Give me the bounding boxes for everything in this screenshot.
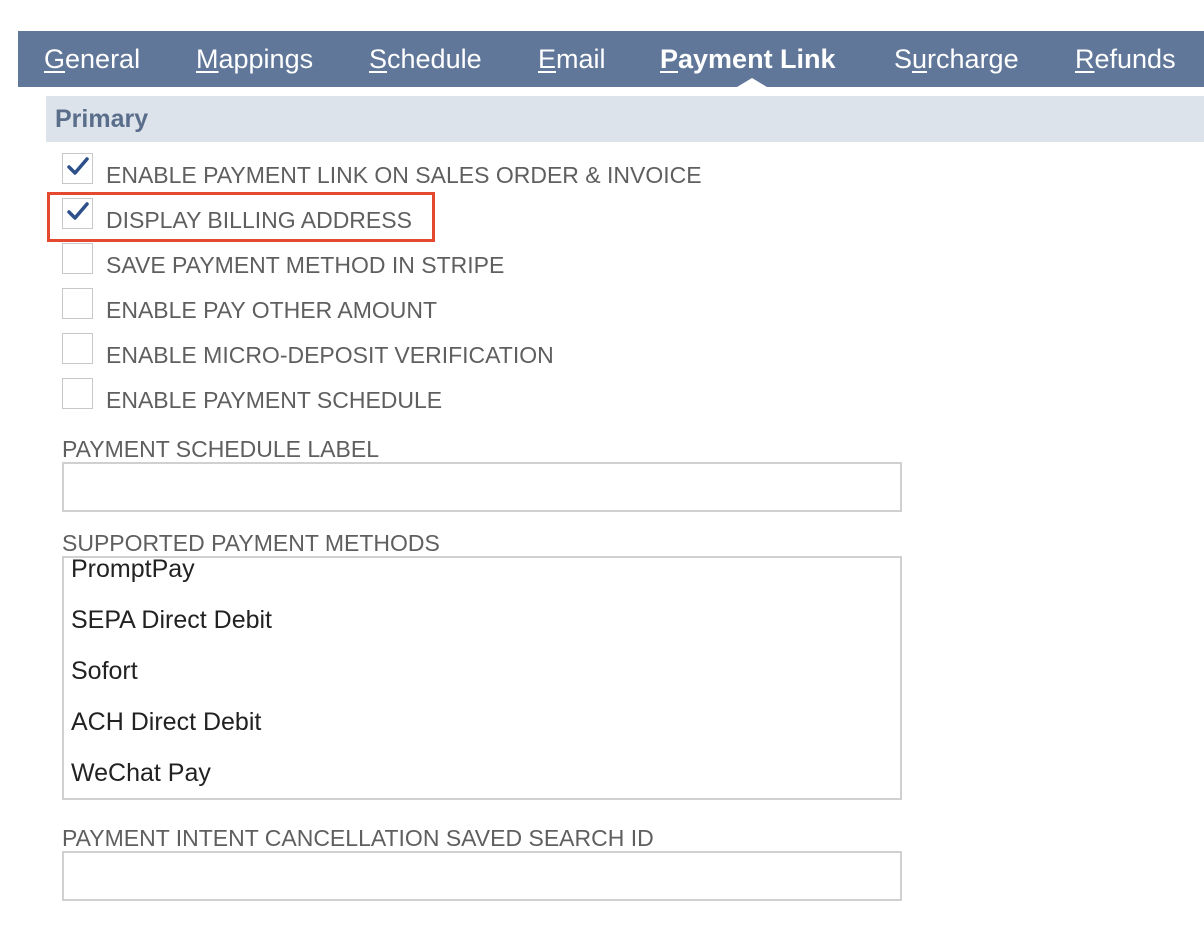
enable-pay-other-amount-checkbox[interactable]	[62, 288, 93, 319]
list-option-promptpay[interactable]: PromptPay	[71, 558, 195, 584]
checkmark-icon	[67, 157, 89, 175]
enable-micro-deposit-verification-checkbox[interactable]	[62, 333, 93, 364]
list-option-sofort[interactable]: Sofort	[71, 657, 138, 686]
list-option-wechat-pay[interactable]: WeChat Pay	[71, 759, 211, 788]
highlight-box	[47, 192, 435, 242]
enable-payment-schedule-checkbox[interactable]	[62, 378, 93, 409]
payment-intent-cancellation-input[interactable]	[62, 851, 902, 901]
enable-payment-link-checkbox[interactable]	[62, 153, 93, 184]
checkbox-label: ENABLE PAY OTHER AMOUNT	[106, 297, 438, 323]
payment-schedule-label-label: PAYMENT SCHEDULE LABEL	[62, 436, 379, 462]
section-header-primary[interactable]: Primary	[46, 96, 1204, 142]
tab-bar: General Mappings Schedule Email Payment …	[18, 31, 1204, 87]
section-title: Primary	[55, 105, 149, 133]
tab-refunds[interactable]: Refunds	[1075, 31, 1176, 87]
checkbox-label: ENABLE MICRO-DEPOSIT VERIFICATION	[106, 342, 554, 368]
active-tab-indicator	[737, 78, 767, 87]
tab-general[interactable]: General	[44, 31, 140, 87]
tab-schedule[interactable]: Schedule	[369, 31, 482, 87]
checkbox-label: ENABLE PAYMENT LINK ON SALES ORDER & INV…	[106, 162, 702, 188]
payment-intent-cancellation-label: PAYMENT INTENT CANCELLATION SAVED SEARCH…	[62, 825, 654, 851]
supported-payment-methods-listbox[interactable]: PromptPay SEPA Direct Debit Sofort ACH D…	[62, 556, 902, 800]
list-option-sepa-direct-debit[interactable]: SEPA Direct Debit	[71, 606, 272, 635]
supported-payment-methods-label: SUPPORTED PAYMENT METHODS	[62, 530, 440, 556]
checkbox-label: SAVE PAYMENT METHOD IN STRIPE	[106, 252, 505, 278]
tab-mappings[interactable]: Mappings	[196, 31, 313, 87]
checkbox-label: ENABLE PAYMENT SCHEDULE	[106, 387, 443, 413]
save-payment-method-checkbox[interactable]	[62, 243, 93, 274]
payment-schedule-label-input[interactable]	[62, 462, 902, 512]
payment-link-settings-page: General Mappings Schedule Email Payment …	[0, 0, 1204, 942]
list-option-ach-direct-debit[interactable]: ACH Direct Debit	[71, 708, 261, 737]
tab-email[interactable]: Email	[538, 31, 606, 87]
tab-surcharge[interactable]: Surcharge	[894, 31, 1019, 87]
